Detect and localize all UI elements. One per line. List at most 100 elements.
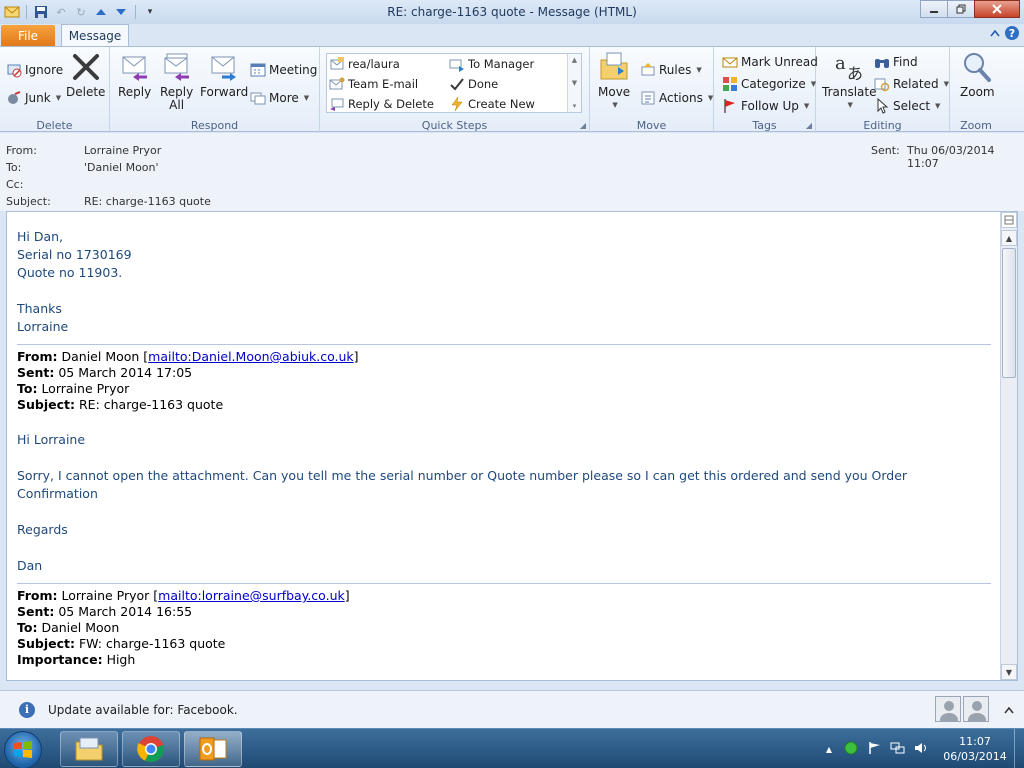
mark-unread-button[interactable]: Mark Unread [722,53,818,71]
network-icon[interactable] [890,741,906,758]
quick-step-to-manager[interactable]: To Manager [449,55,534,73]
tab-file[interactable]: File [1,25,55,46]
reply-all-button[interactable]: Reply All [160,51,193,112]
toolbar-separator [26,5,27,19]
reply1-name: Dan [17,558,43,573]
outlook-taskbar-button[interactable] [184,731,242,767]
update-notice[interactable]: Update available for: Facebook. [48,703,238,717]
find-button[interactable]: Find [874,53,918,71]
toolbar-separator [135,5,136,19]
next-item-icon[interactable] [113,4,129,20]
explorer-taskbar-button[interactable] [60,731,118,767]
message-body[interactable]: Hi Dan, Serial no 1730169 Quote no 11903… [6,211,1018,681]
system-tray: ▲ 11:07 06/03/2014 [826,729,1024,768]
move-group-label: Move [636,119,667,132]
body-thanks: Thanks [17,301,62,316]
related-button[interactable]: Related ▼ [874,75,949,93]
previous-item-icon[interactable] [93,4,109,20]
split-icon[interactable] [1001,212,1017,228]
quick-step-done[interactable]: Done [449,75,498,93]
quick-steps-scroll[interactable]: ▲ ▼ ▾ [567,54,581,112]
editing-group: aあ Translate ▼ Find Related ▼ Select ▼ Edi… [816,47,950,133]
reply-separator [17,344,991,345]
reply-button[interactable]: Reply [118,51,151,99]
cc-label: Cc: [6,178,24,191]
people-pane: i Update available for: Facebook. [0,690,1024,728]
volume-icon[interactable] [914,741,930,758]
close-button[interactable] [974,0,1020,18]
chrome-taskbar-button[interactable] [122,731,180,767]
start-button[interactable] [4,731,42,768]
show-hidden-icons[interactable]: ▲ [826,745,832,754]
subject-value: RE: charge-1163 quote [84,195,211,208]
minimize-ribbon-icon[interactable] [990,27,1000,40]
windows-logo-icon [14,741,32,758]
svg-text:a: a [835,53,846,74]
minimize-button[interactable] [920,0,948,18]
clock[interactable]: 11:07 06/03/2014 [936,734,1014,764]
junk-button[interactable]: Junk ▼ [6,89,61,107]
delete-button[interactable]: Delete [66,51,105,99]
network-status-icon[interactable] [844,741,858,758]
taskbar: ▲ 11:07 06/03/2014 [0,728,1024,768]
quick-step-reply-delete[interactable]: Reply & Delete [329,95,434,113]
follow-up-button[interactable]: Follow Up ▼ [722,97,809,115]
reply1-regards: Regards [17,522,68,537]
rules-button[interactable]: Rules ▼ [640,61,702,79]
scroll-up-icon[interactable]: ▲ [572,56,577,64]
forward-icon [208,51,240,83]
undo-icon[interactable]: ↶ [53,4,69,20]
flag-icon [722,98,738,114]
quick-step-team-email[interactable]: Team E-mail [329,75,418,93]
scroll-thumb[interactable] [1002,248,1016,378]
respond-group: Reply Reply All Forward Meeting More ▼ R… [110,47,320,133]
save-icon[interactable] [33,4,49,20]
forward-button[interactable]: Forward [200,51,248,99]
expand-gallery-icon[interactable]: ▾ [573,102,577,110]
redo-icon[interactable]: ↻ [73,4,89,20]
action-center-flag-icon[interactable] [868,741,882,758]
reply2-header: From: Lorraine Pryor [mailto:lorraine@su… [17,588,350,667]
restore-button[interactable] [947,0,975,18]
to-value[interactable]: 'Daniel Moon' [84,161,159,174]
more-respond-button[interactable]: More ▼ [250,89,309,107]
delete-group: Ignore Junk ▼ Delete Delete [0,47,110,133]
move-group: Move ▼ Rules ▼ Actions ▼ Move [590,47,714,133]
reply-separator [17,583,991,584]
quick-step-rea-laura[interactable]: rea/laura [329,55,400,73]
vertical-scrollbar[interactable]: ▲ ▼ [1000,212,1017,680]
reply2-email-link[interactable]: mailto:lorraine@surfbay.co.uk [158,588,345,603]
actions-icon [640,90,656,106]
scroll-up-arrow[interactable]: ▲ [1001,230,1017,246]
scroll-down-arrow[interactable]: ▼ [1001,664,1017,680]
select-button[interactable]: Select ▼ [874,97,940,115]
show-desktop-button[interactable] [1014,729,1024,768]
scroll-down-icon[interactable]: ▼ [572,79,577,87]
tags-group-label: Tags [752,119,777,132]
expand-people-pane-icon[interactable] [1004,703,1014,717]
contact-avatar[interactable] [935,696,961,722]
reply1-email-link[interactable]: mailto:Daniel.Moon@abiuk.co.uk [148,349,354,364]
dialog-launcher-icon[interactable]: ◢ [580,121,586,130]
junk-icon [6,90,22,106]
customize-toolbar-icon[interactable]: ▾ [142,4,158,20]
zoom-button[interactable]: Zoom [960,51,995,99]
ribbon: Ignore Junk ▼ Delete Delete Reply Reply … [0,46,1024,133]
move-button[interactable]: Move ▼ [598,51,630,112]
body-signoff: Lorraine [17,319,69,334]
translate-button[interactable]: aあ Translate ▼ [822,51,877,112]
body-greeting: Hi Dan, [17,229,64,244]
reply-delete-icon [329,96,345,112]
ignore-button[interactable]: Ignore [6,61,63,79]
lightning-icon [449,96,465,112]
quick-step-create-new[interactable]: Create New [449,95,535,113]
tab-message[interactable]: Message [61,24,129,46]
from-value[interactable]: Lorraine Pryor [84,144,161,157]
actions-button[interactable]: Actions ▼ [640,89,713,107]
contact-avatar[interactable] [963,696,989,722]
meeting-button[interactable]: Meeting [250,61,317,79]
categorize-button[interactable]: Categorize ▼ [722,75,816,93]
dialog-launcher-icon[interactable]: ◢ [806,121,812,130]
forward-envelope-icon [449,56,465,72]
help-icon[interactable]: ? [1004,25,1020,44]
